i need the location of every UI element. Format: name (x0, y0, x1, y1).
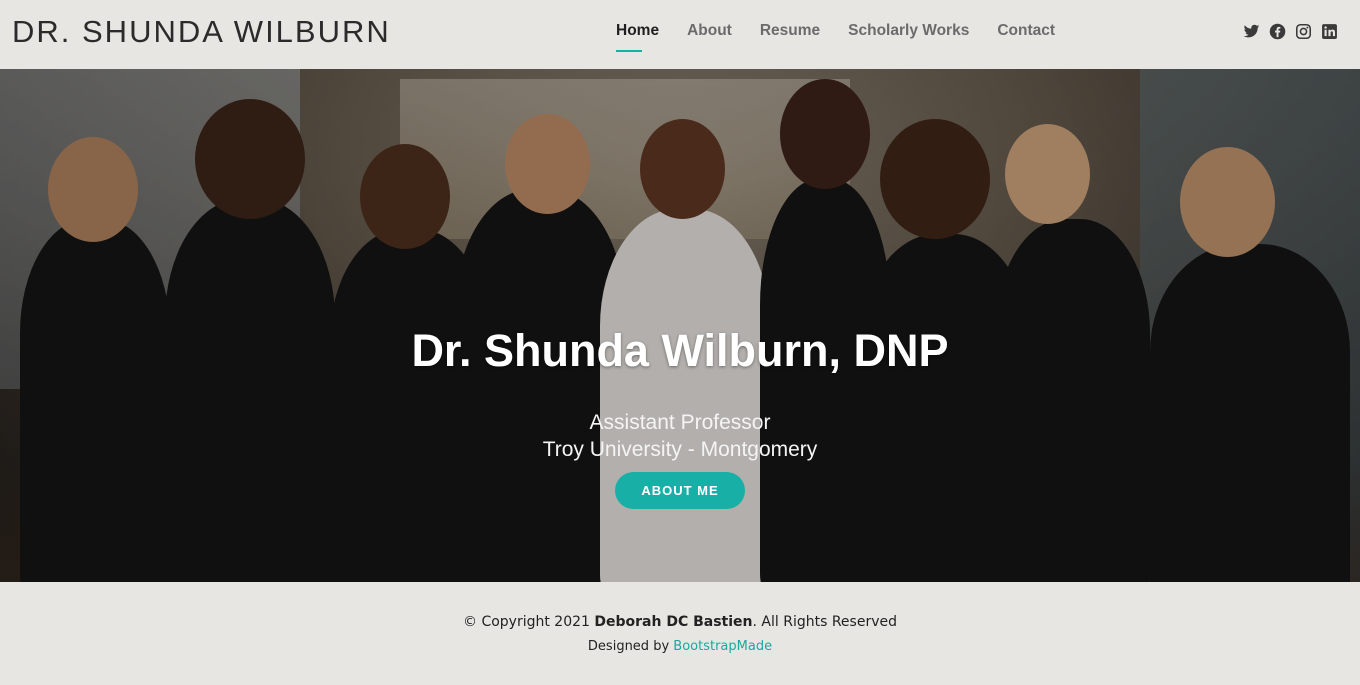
nav-scholarly-works[interactable]: Scholarly Works (848, 22, 969, 48)
about-me-button[interactable]: ABOUT ME (615, 472, 745, 509)
nav-home[interactable]: Home (616, 22, 659, 52)
copyright-name: Deborah DC Bastien (594, 614, 753, 630)
site-header: DR. SHUNDA WILBURN Home About Resume Sch… (0, 0, 1360, 69)
copyright-text: © Copyright 2021 Deborah DC Bastien. All… (463, 614, 897, 630)
main-nav: Home About Resume Scholarly Works Contac… (616, 22, 1083, 52)
hero-subtitle: Assistant Professor Troy University - Mo… (0, 409, 1360, 463)
linkedin-icon[interactable] (1321, 23, 1338, 40)
site-footer: © Copyright 2021 Deborah DC Bastien. All… (0, 582, 1360, 685)
site-logo[interactable]: DR. SHUNDA WILBURN (12, 14, 391, 50)
nav-contact[interactable]: Contact (997, 22, 1055, 48)
nav-about[interactable]: About (687, 22, 732, 48)
hero-title: Dr. Shunda Wilburn, DNP (411, 325, 949, 376)
bootstrapmade-link[interactable]: BootstrapMade (673, 639, 772, 654)
twitter-icon[interactable] (1243, 23, 1260, 40)
nav-resume[interactable]: Resume (760, 22, 820, 48)
facebook-icon[interactable] (1269, 23, 1286, 40)
hero-subtitle-institution: Troy University - Montgomery (542, 438, 818, 461)
social-links (1243, 23, 1338, 40)
instagram-icon[interactable] (1295, 23, 1312, 40)
credits-text: Designed by BootstrapMade (587, 639, 773, 654)
hero-subtitle-role: Assistant Professor (589, 411, 771, 434)
